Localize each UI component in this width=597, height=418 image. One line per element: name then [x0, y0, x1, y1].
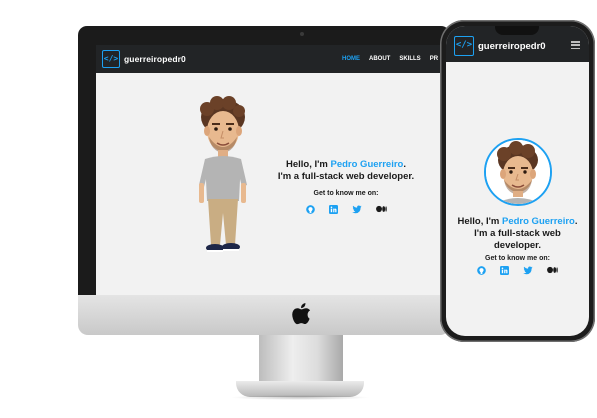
- hero-tagline: I'm a full-stack web developer.: [277, 171, 415, 182]
- mobile-hero-greeting: Hello, I'm Pedro Guerreiro. I'm a full-s…: [446, 216, 589, 252]
- github-icon[interactable]: [477, 266, 486, 275]
- stand-shadow: [230, 395, 370, 400]
- greeting-text: Hello, I'm: [457, 216, 502, 227]
- social-links: [271, 205, 421, 214]
- social-prompt: Get to know me on:: [313, 190, 379, 197]
- imac-mockup: </> guerreiropedr0 HOME ABOUT SKILLS PR: [78, 26, 450, 335]
- hero-greeting: Hello, I'm Pedro Guerreiro. I'm a full-s…: [271, 159, 421, 183]
- monitor-stand-neck: [259, 335, 343, 385]
- phone-mockup: </> guerreiropedr0 Hello, I'm Pedro Guer…: [440, 20, 595, 342]
- camera-dot: [300, 32, 304, 36]
- nav-about-link[interactable]: ABOUT: [369, 56, 390, 62]
- desktop-navbar: </> guerreiropedr0 HOME ABOUT SKILLS PR: [96, 45, 450, 73]
- medium-icon[interactable]: [375, 205, 387, 213]
- twitter-icon[interactable]: [523, 266, 533, 275]
- hero-section: Hello, I'm Pedro Guerreiro. I'm a full-s…: [271, 159, 421, 214]
- monitor-bezel: </> guerreiropedr0 HOME ABOUT SKILLS PR: [78, 26, 450, 295]
- avatar-face-illustration: [486, 140, 550, 204]
- greeting-text: Hello, I'm: [286, 159, 331, 170]
- monitor-chin: [78, 295, 450, 335]
- twitter-icon[interactable]: [351, 205, 362, 214]
- code-logo-icon[interactable]: </>: [102, 50, 120, 68]
- hero-name: Pedro Guerreiro: [330, 159, 404, 170]
- github-icon[interactable]: [305, 205, 315, 214]
- social-prompt: Get to know me on:: [485, 255, 550, 262]
- apple-logo-icon: [292, 303, 311, 325]
- avatar-illustration: [199, 96, 247, 252]
- nav-projects-link[interactable]: PR: [430, 56, 438, 62]
- phone-notch: [495, 26, 539, 35]
- linkedin-icon[interactable]: [328, 205, 338, 214]
- desktop-screen: </> guerreiropedr0 HOME ABOUT SKILLS PR: [96, 45, 450, 295]
- medium-icon[interactable]: [547, 266, 558, 274]
- hero-name: Pedro Guerreiro: [502, 216, 575, 227]
- mobile-hero-section: Hello, I'm Pedro Guerreiro. I'm a full-s…: [446, 216, 589, 275]
- greeting-end: .: [403, 159, 406, 170]
- mobile-screen: </> guerreiropedr0 Hello, I'm Pedro Guer…: [446, 26, 589, 336]
- hamburger-icon[interactable]: [571, 41, 580, 50]
- avatar-portrait: [484, 138, 552, 206]
- site-logo-text[interactable]: guerreiropedr0: [124, 54, 186, 64]
- site-logo-text[interactable]: guerreiropedr0: [478, 41, 546, 52]
- code-logo-icon[interactable]: </>: [454, 36, 474, 56]
- linkedin-icon[interactable]: [500, 266, 509, 275]
- nav-skills-link[interactable]: SKILLS: [399, 56, 420, 62]
- nav-home-link[interactable]: HOME: [342, 56, 360, 62]
- social-links: [446, 266, 589, 275]
- desktop-menu: HOME ABOUT SKILLS PR: [342, 56, 438, 62]
